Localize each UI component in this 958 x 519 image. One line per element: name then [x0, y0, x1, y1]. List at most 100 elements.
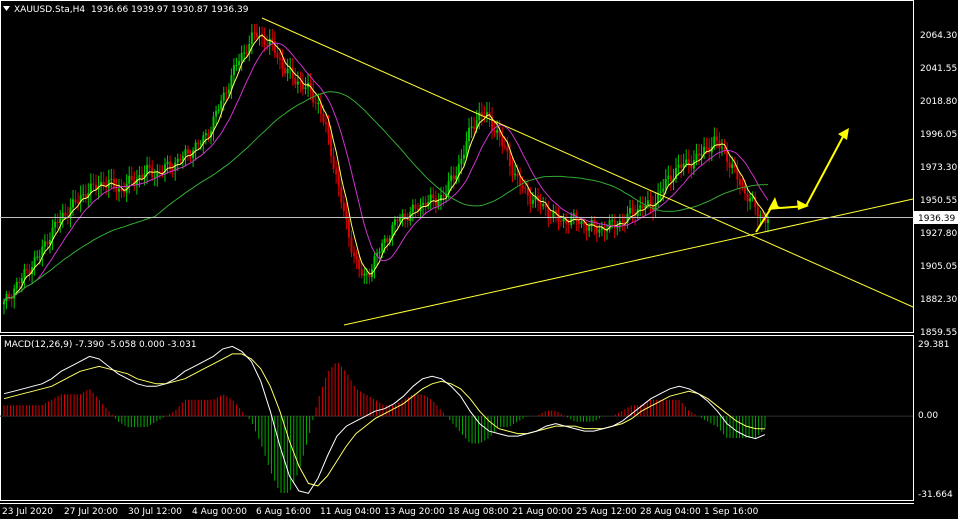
candle-body [700, 153, 703, 156]
candle-body [508, 151, 511, 167]
time-tick-label: 13 Aug 20:00 [384, 507, 445, 517]
candle-body [18, 281, 21, 283]
candle-body [432, 194, 435, 199]
candle-body [77, 202, 80, 204]
candle-body [422, 202, 425, 205]
candle-body [542, 204, 545, 207]
time-tick-label: 6 Aug 16:00 [256, 507, 311, 517]
candle-body [184, 149, 187, 156]
time-tick-label: 1 Sep 16:00 [704, 507, 759, 517]
candle-body [138, 174, 141, 179]
candle-body [381, 243, 384, 252]
price-tick-label: 2018.80 [920, 97, 957, 107]
price-tick-label: 1996.05 [920, 130, 957, 140]
candle-body [215, 110, 218, 117]
candle-body [731, 164, 734, 168]
candle-body [439, 195, 442, 202]
time-tick-label: 21 Aug 00:00 [512, 507, 573, 517]
price-tick-label: 2041.55 [920, 64, 957, 74]
candle-body [473, 126, 476, 129]
candle-body [46, 241, 49, 245]
candle-body [222, 92, 225, 101]
candle-body [33, 257, 36, 268]
candle-body [350, 237, 353, 253]
candle-body [631, 207, 634, 214]
candle-body [194, 142, 197, 151]
candle-body [746, 193, 749, 202]
symbol-header[interactable]: XAUUSD.Sta,H4 1936.66 1939.97 1930.87 19… [3, 5, 249, 15]
candle-body [276, 52, 279, 59]
candle-body [511, 166, 514, 176]
candle-body [243, 52, 246, 54]
time-tick-label: 18 Aug 08:00 [448, 507, 509, 517]
candle-body [695, 153, 698, 161]
candle-body [8, 293, 11, 298]
candle-body [741, 185, 744, 187]
candle-body [621, 220, 624, 222]
candle-body [299, 81, 302, 83]
candle-body [204, 133, 207, 136]
candle-body [470, 126, 473, 128]
time-tick-label: 4 Aug 00:00 [192, 507, 247, 517]
candle-body [82, 194, 85, 196]
candle-body [468, 127, 471, 142]
candle-body [240, 53, 243, 62]
candle-body [278, 58, 281, 60]
candle-body [355, 256, 358, 259]
candle-body [588, 226, 591, 231]
price-tick-label: 1859.55 [920, 328, 957, 338]
candle-body [360, 269, 363, 276]
price-tick-label: 1927.80 [920, 229, 957, 239]
candle-body [749, 198, 752, 202]
candle-body [662, 188, 665, 192]
candle-body [715, 136, 718, 141]
candle-body [74, 199, 77, 203]
candle-body [424, 202, 427, 206]
candle-body [176, 158, 179, 163]
candle-body [186, 149, 189, 154]
candle-body [698, 153, 701, 156]
time-tick-label: 11 Aug 04:00 [320, 507, 381, 517]
candle-body [664, 179, 667, 189]
candle-body [450, 175, 453, 182]
candle-body [521, 185, 524, 188]
candle-body [284, 68, 287, 74]
candle-body [685, 159, 688, 164]
candle-body [713, 136, 716, 147]
candle-body [342, 202, 345, 211]
candle-body [207, 133, 210, 138]
candle-body [43, 241, 46, 247]
candle-body [723, 147, 726, 151]
candle-body [437, 201, 440, 206]
candle-body [411, 204, 414, 213]
candle-body [393, 219, 396, 226]
candle-body [690, 165, 693, 169]
time-tick-label: 28 Aug 04:00 [640, 507, 701, 517]
candle-body [386, 238, 389, 242]
candle-body [347, 219, 350, 238]
candle-body [585, 224, 588, 231]
candle-body [590, 219, 593, 227]
candle-body [562, 218, 565, 222]
candle-body [23, 269, 26, 279]
candle-body [378, 251, 381, 254]
candle-body [199, 143, 202, 145]
candle-body [616, 227, 619, 229]
candle-body [516, 173, 519, 177]
candle-body [324, 122, 327, 125]
last-price-label: 1936.39 [918, 214, 955, 224]
candle-body [128, 175, 131, 184]
candle-body [38, 256, 41, 258]
candle-body [460, 158, 463, 165]
candle-body [669, 175, 672, 182]
candle-body [266, 44, 269, 46]
candle-body [332, 156, 335, 170]
candle-body [539, 201, 542, 207]
symbol-label: XAUUSD.Sta,H4 [14, 5, 85, 15]
macd-label: MACD(12,26,9) -7.390 -5.058 0.000 -3.031 [4, 340, 197, 350]
candle-body [363, 273, 366, 276]
candle-body [677, 164, 680, 168]
candle-body [220, 100, 223, 110]
candle-body [197, 142, 200, 145]
candle-body [146, 164, 149, 174]
